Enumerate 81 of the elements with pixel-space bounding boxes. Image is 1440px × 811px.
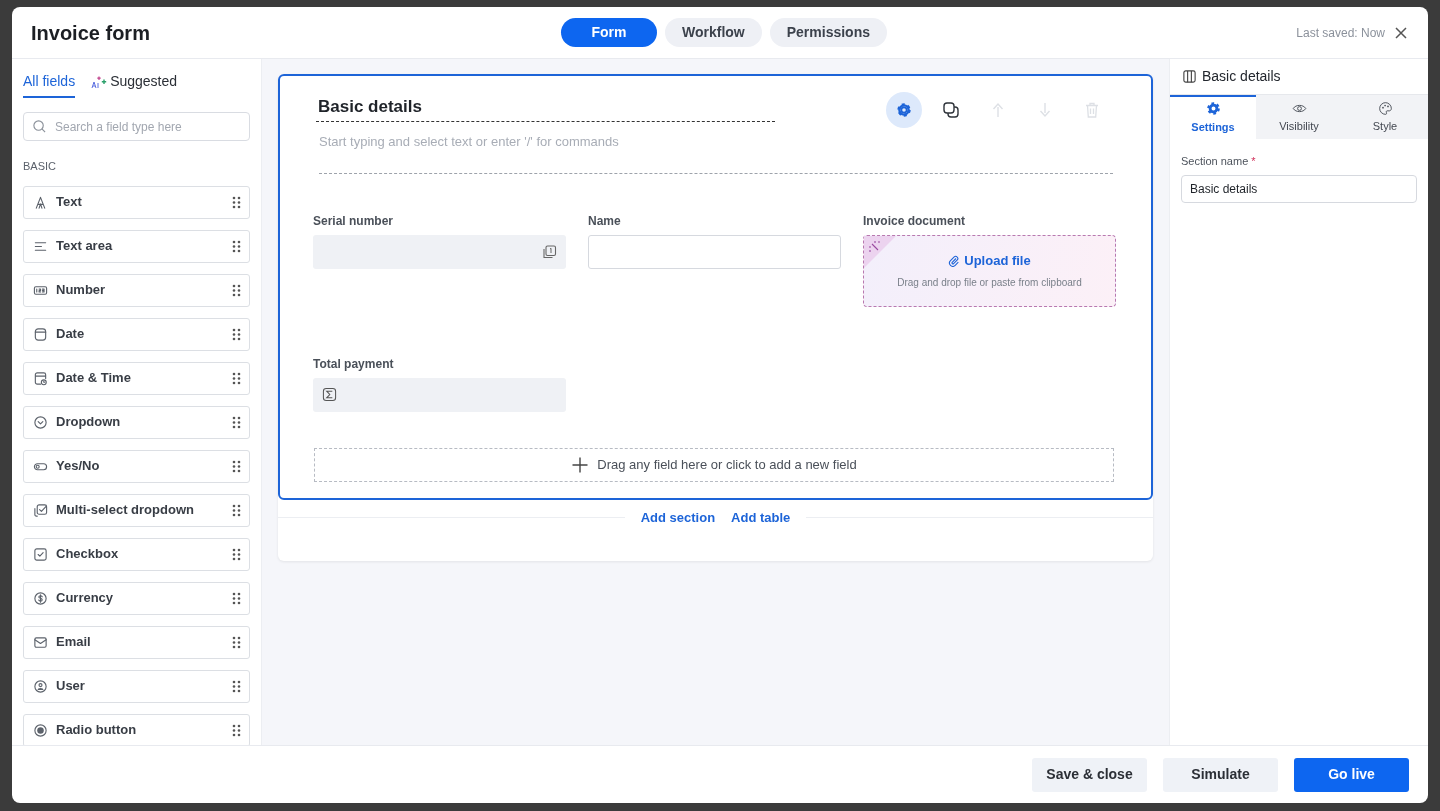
checkbox-icon — [33, 546, 48, 562]
drag-handle-icon[interactable] — [232, 239, 241, 253]
drag-handle-icon[interactable] — [232, 327, 241, 341]
field-type-item[interactable]: Dropdown — [23, 405, 250, 439]
magic-sparkle-icon — [864, 235, 896, 268]
serial-number-field[interactable] — [313, 234, 566, 269]
sidebar-tab[interactable]: Suggested — [91, 69, 178, 98]
field-type-item[interactable]: Date — [23, 317, 250, 351]
stacked-checkbox-icon — [33, 502, 48, 518]
settings-button[interactable] — [886, 92, 922, 128]
calendar-icon — [33, 326, 48, 342]
view-tab[interactable]: Form — [561, 18, 657, 47]
drag-handle-icon[interactable] — [232, 591, 241, 605]
field-type-item[interactable]: User — [23, 669, 250, 703]
footer-button[interactable]: Go live — [1294, 757, 1409, 792]
group-heading: BASIC — [23, 159, 57, 174]
footer-button[interactable]: Simulate — [1163, 757, 1278, 792]
field-label: Section name * — [1181, 155, 1256, 167]
field-type-item[interactable]: Yes/No — [23, 449, 250, 483]
trash-icon — [1083, 101, 1101, 119]
drag-handle-icon[interactable] — [232, 503, 241, 517]
section-title-field[interactable]: Basic details — [316, 95, 775, 122]
field-type-item[interactable]: Date & Time — [23, 361, 250, 395]
upload-dropzone[interactable]: Upload file Drag and drop file or paste from clipboard — [863, 234, 1116, 307]
field-label: Name — [588, 213, 622, 229]
section-name-field[interactable]: Basic details — [1181, 174, 1417, 203]
settings-icon — [1204, 100, 1222, 118]
plus-icon — [571, 455, 590, 474]
text-input-field[interactable] — [588, 234, 841, 269]
panel-title: Basic details — [1202, 67, 1281, 86]
field-type-item[interactable]: Radio button — [23, 713, 250, 745]
chevron-circle-icon — [33, 414, 48, 430]
search-field[interactable]: Search a field type here — [23, 112, 250, 141]
field-type-item[interactable]: Text — [23, 185, 250, 219]
last-saved-text: Last saved: Now — [1296, 24, 1385, 42]
drag-handle-icon[interactable] — [232, 723, 241, 737]
calendar-clock-icon — [33, 370, 48, 386]
drag-handle-icon[interactable] — [232, 415, 241, 429]
sigma-icon — [322, 387, 337, 402]
close-icon[interactable] — [1393, 24, 1409, 41]
drag-handle-icon[interactable] — [232, 635, 241, 649]
autonumber-icon — [541, 243, 557, 260]
letter-a-icon — [33, 194, 48, 210]
radio-icon — [33, 722, 48, 738]
field-type-item[interactable]: Number — [23, 273, 250, 307]
columns-icon — [1182, 69, 1197, 84]
footer-button[interactable]: Save & close — [1032, 757, 1147, 792]
palette-icon — [1377, 101, 1393, 117]
properties-tab[interactable]: Settings — [1170, 95, 1256, 139]
duplicate-icon — [942, 101, 960, 119]
field-type-item[interactable]: Text area — [23, 229, 250, 263]
view-tab[interactable]: Permissions — [769, 18, 887, 47]
field-type-item[interactable]: Currency — [23, 581, 250, 615]
paperclip-icon — [948, 255, 961, 267]
add-link[interactable]: Add table — [731, 507, 791, 527]
envelope-icon — [33, 634, 48, 650]
add-link[interactable]: Add section — [640, 507, 716, 527]
field-type-item[interactable]: Checkbox — [23, 537, 250, 571]
required-mark: * — [1251, 155, 1256, 167]
field-label: Invoice document — [863, 213, 967, 229]
dollar-circle-icon — [33, 590, 48, 606]
sparkle-icon — [91, 74, 108, 89]
sidebar-tab[interactable]: All fields — [23, 69, 76, 98]
settings-icon — [895, 101, 913, 119]
field-label: Total payment — [313, 356, 395, 372]
upload-hint: Drag and drop file or paste from clipboard — [897, 275, 1082, 290]
formula-field[interactable] — [313, 377, 566, 412]
drag-handle-icon[interactable] — [232, 283, 241, 297]
view-tab[interactable]: Workflow — [665, 18, 762, 47]
drag-handle-icon[interactable] — [232, 679, 241, 693]
user-circle-icon — [33, 678, 48, 694]
field-type-item[interactable]: Multi-select dropdown — [23, 493, 250, 527]
field-type-item[interactable]: Email — [23, 625, 250, 659]
drag-handle-icon[interactable] — [232, 371, 241, 385]
field-label: Serial number — [313, 213, 395, 229]
upload-file-link[interactable]: Upload file — [948, 251, 1031, 271]
drag-handle-icon[interactable] — [232, 459, 241, 473]
window-title: Invoice form — [31, 20, 150, 46]
drag-handle-icon[interactable] — [232, 195, 241, 209]
add-field-dropzone[interactable]: Drag any field here or click to add a new field — [314, 447, 1114, 482]
drag-handle-icon[interactable] — [232, 547, 241, 561]
